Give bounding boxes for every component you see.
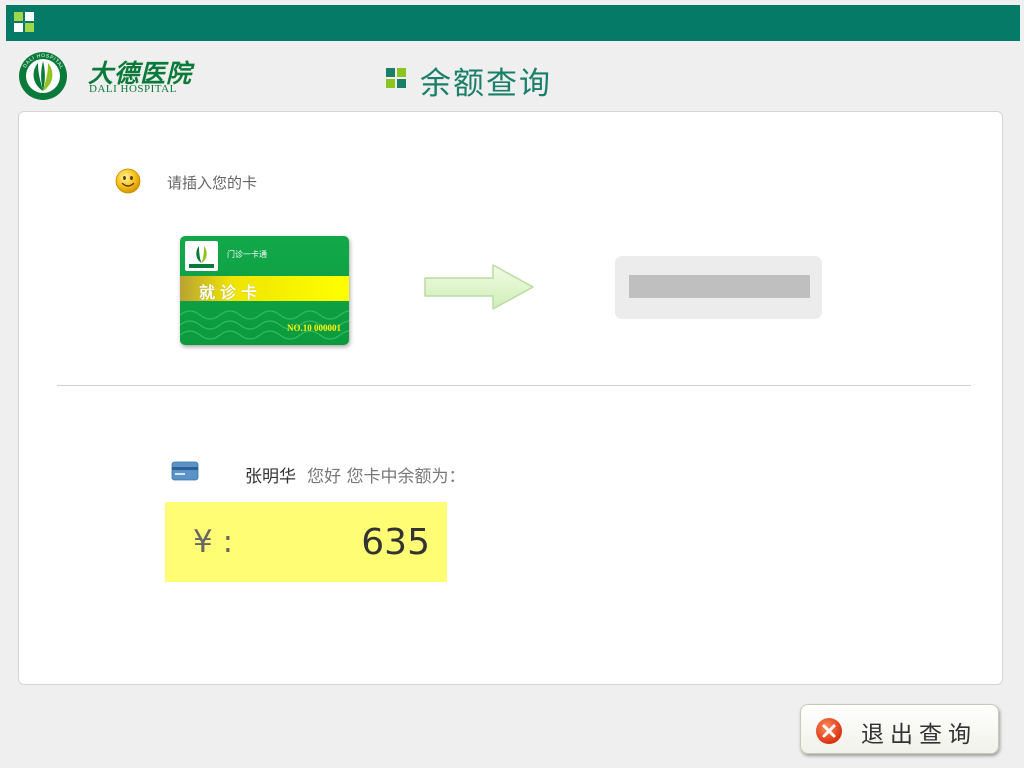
card-logo-icon — [185, 241, 218, 271]
close-icon — [816, 718, 842, 744]
card-number-text: NO.10 000001 — [287, 323, 341, 333]
exit-query-label: 退出查询 — [861, 722, 977, 748]
hospital-emblem-icon: DALI HOSPITAL — [19, 52, 67, 100]
grid-logo-icon — [14, 12, 35, 33]
card-header-text: 门诊一卡通 — [227, 250, 267, 259]
medical-card-image: 门诊一卡通 就诊卡 NO.10 000001 — [180, 236, 349, 345]
balance-greeting: 张明华 您好 您卡中余额为： — [245, 462, 466, 487]
currency-label: ¥ : — [193, 524, 234, 560]
section-divider — [57, 385, 971, 386]
smiley-icon — [115, 168, 141, 194]
greeting-text: 您好 您卡中余额为： — [307, 467, 466, 487]
card-slot-opening — [629, 275, 810, 298]
hospital-name-en: DALI HOSPITAL — [89, 83, 177, 95]
insert-arrow-icon — [424, 264, 534, 310]
insert-card-prompt: 请插入您的卡 — [167, 174, 258, 192]
balance-display: ¥ : 635 — [165, 502, 447, 582]
balance-amount: 635 — [361, 522, 430, 563]
top-bar — [6, 5, 1020, 41]
exit-query-button[interactable]: 退出查询 — [800, 704, 999, 754]
main-panel: 请插入您的卡 门诊一卡通 就诊卡 NO.10 000001 张明华 您好 您卡中… — [18, 111, 1003, 685]
hospital-logo: DALI HOSPITAL 大德医院 DALI HOSPITAL — [18, 51, 191, 103]
card-title-text: 就诊卡 — [199, 283, 263, 302]
bank-card-icon — [171, 461, 199, 481]
page-title-text: 余额查询 — [420, 66, 552, 102]
card-slot — [615, 256, 822, 319]
title-grid-icon — [386, 68, 406, 88]
patient-name: 张明华 — [245, 467, 296, 487]
